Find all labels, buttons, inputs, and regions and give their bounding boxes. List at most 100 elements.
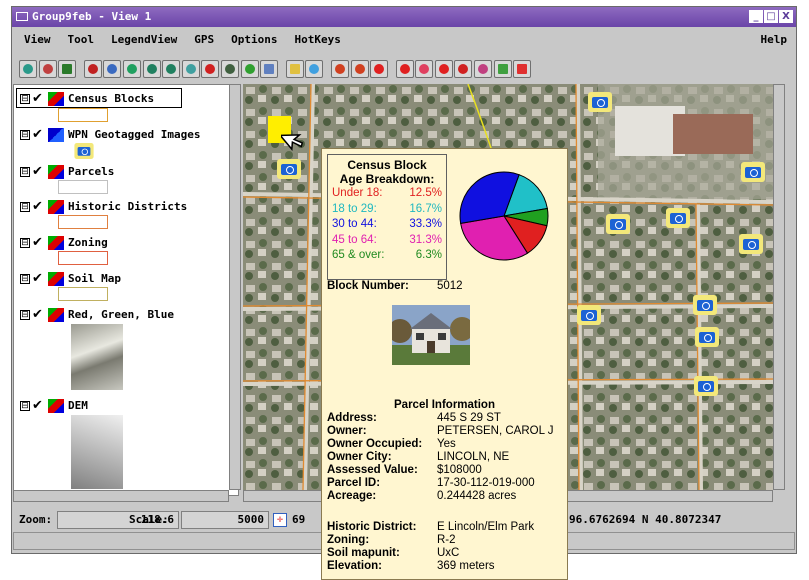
layer-type-icon: [48, 164, 64, 179]
menu-view[interactable]: View: [24, 33, 51, 46]
layer-label: Historic Districts: [68, 200, 188, 213]
collapse-icon[interactable]: ⊟: [20, 201, 30, 212]
find-tool-icon[interactable]: [395, 59, 414, 78]
legend-horizontal-scrollbar[interactable]: [13, 490, 229, 502]
visible-check-icon[interactable]: ✔: [32, 307, 46, 322]
forward-tool-icon[interactable]: [350, 59, 369, 78]
edit-tool-icon[interactable]: [474, 59, 493, 78]
snapshot-tool-icon[interactable]: [260, 59, 279, 78]
camera-icon[interactable]: [277, 159, 301, 179]
menu-tool[interactable]: Tool: [68, 33, 95, 46]
visible-check-icon[interactable]: ✔: [32, 127, 46, 142]
zoom-scale-tool-icon[interactable]: [220, 59, 239, 78]
collapse-icon[interactable]: ⊟: [20, 400, 30, 411]
minimize-button[interactable]: _: [749, 10, 763, 23]
scale-label: Scale:: [129, 513, 169, 526]
window-tool-icon[interactable]: [513, 59, 532, 78]
measure-tool-icon[interactable]: [240, 59, 259, 78]
zoom-in-tool-icon[interactable]: [142, 59, 161, 78]
camera-icon[interactable]: [739, 234, 763, 254]
layer-zoning[interactable]: ⊟ ✔ Zoning: [20, 235, 108, 250]
age-value: 16.7%: [409, 202, 442, 215]
layer-parcels[interactable]: ⊟ ✔ Parcels: [20, 164, 114, 179]
coordinate-readout: 96.6762694 N 40.8072347: [569, 513, 722, 526]
maximize-button[interactable]: □: [764, 10, 778, 23]
layer-historic-districts[interactable]: ⊟ ✔ Historic Districts: [20, 199, 187, 214]
layer-soil-map[interactable]: ⊟ ✔ Soil Map: [20, 271, 121, 286]
collapse-icon[interactable]: ⊟: [20, 237, 30, 248]
visible-check-icon[interactable]: ✔: [32, 164, 46, 179]
full-view-tool-icon[interactable]: [58, 59, 77, 78]
datatip-tool-icon[interactable]: [415, 59, 434, 78]
age-label: 45 to 64:: [332, 233, 377, 246]
field-value: 369 meters: [437, 560, 495, 572]
menu-help[interactable]: Help: [761, 33, 788, 46]
visible-check-icon[interactable]: ✔: [32, 398, 46, 413]
stop-tool-icon[interactable]: [370, 59, 389, 78]
layer-label: WPN Geotagged Images: [68, 128, 201, 141]
collapse-icon[interactable]: ⊟: [20, 166, 30, 177]
collapse-icon[interactable]: ⊟: [20, 129, 30, 140]
camera-icon[interactable]: [606, 214, 630, 234]
layer-rgb[interactable]: ⊟ ✔ Red, Green, Blue: [20, 307, 174, 322]
camera-icon: [74, 143, 94, 159]
camera-icon[interactable]: [694, 376, 718, 396]
visible-check-icon[interactable]: ✔: [32, 271, 46, 286]
parcel-field-row: Parcel ID: 17-30-112-019-000: [327, 477, 535, 490]
layer-census-blocks[interactable]: ⊟ ✔ Census Blocks: [20, 91, 154, 106]
legend-vertical-scrollbar[interactable]: [229, 84, 241, 490]
camera-icon[interactable]: [693, 295, 717, 315]
zoom-box-tool-icon[interactable]: [122, 59, 141, 78]
field-value: 445 S 29 ST: [437, 412, 501, 424]
hyperlink-tool-icon[interactable]: [434, 59, 453, 78]
camera-icon[interactable]: [695, 327, 719, 347]
coordinate-mode-icon[interactable]: ✛: [273, 513, 287, 527]
coordinate-partial: 69: [292, 513, 306, 526]
scale-field[interactable]: 5000: [181, 511, 269, 529]
field-value: Yes: [437, 438, 456, 450]
camera-icon[interactable]: [588, 92, 612, 112]
camera-icon[interactable]: [577, 305, 601, 325]
map-vertical-scrollbar[interactable]: [773, 84, 785, 490]
age-pie-chart: [459, 171, 549, 261]
collapse-icon[interactable]: ⊟: [20, 309, 30, 320]
parcel-field-row: Owner: PETERSEN, CAROL J: [327, 425, 554, 438]
zoning-swatch: [58, 251, 108, 265]
menu-hotkeys[interactable]: HotKeys: [294, 33, 340, 46]
close-button[interactable]: X: [779, 10, 793, 23]
add-layer-tool-icon[interactable]: [83, 59, 102, 78]
zoom-previous-tool-icon[interactable]: [181, 59, 200, 78]
camera-icon[interactable]: [741, 162, 765, 182]
layer-geotagged-images[interactable]: ⊟ ✔ WPN Geotagged Images: [20, 127, 200, 142]
collapse-icon[interactable]: ⊟: [20, 273, 30, 284]
redraw-tool-icon[interactable]: [19, 59, 37, 78]
collapse-icon[interactable]: ⊟: [20, 93, 30, 104]
zoom-layer-tool-icon[interactable]: [201, 59, 220, 78]
menu-options[interactable]: Options: [231, 33, 277, 46]
field-label: Elevation:: [327, 560, 382, 572]
menu-legendview[interactable]: LegendView: [111, 33, 177, 46]
camera-icon[interactable]: [666, 208, 690, 228]
visible-check-icon[interactable]: ✔: [32, 199, 46, 214]
rgb-thumbnail: [71, 324, 123, 390]
field-label: Owner City:: [327, 451, 392, 463]
visible-check-icon[interactable]: ✔: [32, 235, 46, 250]
pointer-tool-icon[interactable]: [454, 59, 473, 78]
window-menu-icon[interactable]: [16, 12, 28, 21]
layer-type-icon: [48, 307, 64, 322]
menu-gps[interactable]: GPS: [194, 33, 214, 46]
redraw-all-tool-icon[interactable]: [38, 59, 57, 78]
back-tool-icon[interactable]: [330, 59, 349, 78]
select-tool-icon[interactable]: [285, 59, 304, 78]
age-value: 12.5%: [409, 187, 442, 199]
field-value: R-2: [437, 534, 456, 546]
gps-tool-icon[interactable]: [305, 59, 324, 78]
layer-dem[interactable]: ⊟ ✔ DEM: [20, 398, 88, 413]
parcel-field-row: Assessed Value: $108000: [327, 464, 482, 477]
layout-tool-icon[interactable]: [493, 59, 512, 78]
zoom-out-tool-icon[interactable]: [162, 59, 181, 78]
age-value: 6.3%: [415, 249, 442, 261]
visible-check-icon[interactable]: ✔: [32, 91, 46, 106]
pan-tool-icon[interactable]: [103, 59, 122, 78]
title-bar[interactable]: Group9feb - View 1 _ □ X: [12, 7, 796, 27]
